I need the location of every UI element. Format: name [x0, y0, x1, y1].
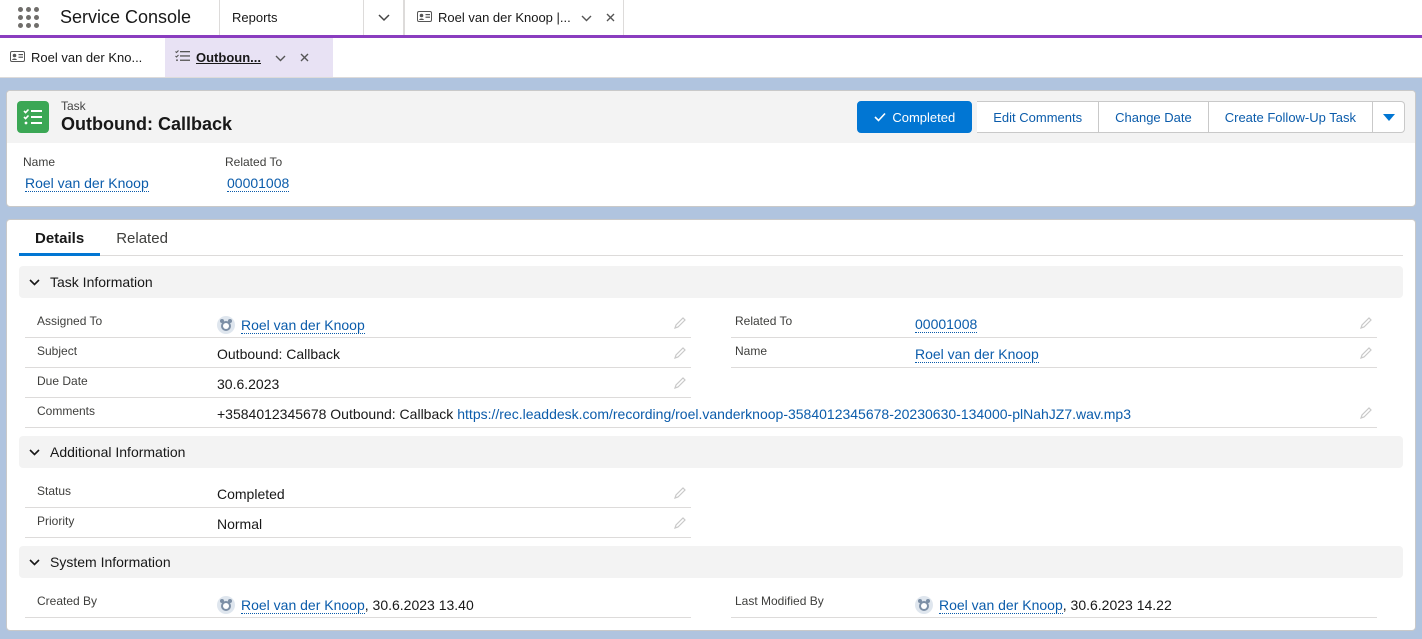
- field-label: Priority: [37, 514, 75, 528]
- chevron-down-icon: [29, 558, 40, 566]
- field-priority: Priority Normal: [25, 508, 691, 538]
- section-system-information[interactable]: System Information: [19, 546, 1403, 578]
- caret-down-icon: [1382, 113, 1395, 121]
- edit-pencil-icon[interactable]: [1359, 316, 1373, 330]
- avatar: [915, 596, 933, 614]
- close-icon[interactable]: [300, 50, 309, 65]
- app-name: Service Console: [56, 0, 220, 35]
- field-label: Comments: [37, 404, 96, 418]
- completed-button-label: Completed: [892, 109, 956, 125]
- related-to-link[interactable]: 00001008: [227, 175, 290, 192]
- task-icon: [17, 101, 49, 133]
- contact-card-icon: [417, 10, 432, 25]
- field-subject: Subject Outbound: Callback: [25, 338, 691, 368]
- task-list-icon: [175, 50, 190, 65]
- recording-link[interactable]: https://rec.leaddesk.com/recording/roel.…: [457, 406, 1131, 422]
- section-title: Additional Information: [50, 444, 186, 460]
- subtab-contact[interactable]: Roel van der Kno...: [0, 38, 165, 77]
- tab-related[interactable]: Related: [100, 226, 184, 255]
- field-created-by: Created By Roel van der Knoop, 30.6.2023…: [25, 588, 691, 618]
- contact-card-icon: [10, 50, 25, 65]
- assigned-to-link[interactable]: Roel van der Knoop: [241, 317, 365, 334]
- task-information-fields: Assigned To Roel van der Knoop Subject O…: [19, 298, 1403, 428]
- object-type-label: Task: [61, 99, 86, 113]
- subtab-bar: Roel van der Kno... Outboun...: [0, 38, 1422, 78]
- edit-pencil-icon[interactable]: [673, 486, 687, 500]
- nav-item-reports[interactable]: Reports: [220, 0, 364, 35]
- subject-value: Outbound: Callback: [217, 346, 340, 362]
- subtab-task[interactable]: Outboun...: [165, 38, 333, 77]
- field-name: Name Roel van der Knoop: [731, 338, 1377, 368]
- nav-menu-chevron-down-icon[interactable]: [364, 0, 404, 35]
- chevron-down-icon[interactable]: [581, 10, 592, 25]
- avatar: [217, 596, 235, 614]
- additional-information-fields: Status Completed Priority Normal: [19, 468, 1403, 538]
- edit-pencil-icon[interactable]: [1359, 346, 1373, 360]
- edit-pencil-icon[interactable]: [673, 346, 687, 360]
- completed-button[interactable]: Completed: [857, 101, 973, 133]
- field-status: Status Completed: [25, 478, 691, 508]
- modified-date: , 30.6.2023 14.22: [1062, 597, 1172, 613]
- chevron-down-icon: [29, 448, 40, 456]
- name-link[interactable]: Roel van der Knoop: [915, 346, 1039, 363]
- field-last-modified-by: Last Modified By Roel van der Knoop, 30.…: [731, 588, 1377, 618]
- subtab-label: Outboun...: [196, 50, 261, 65]
- more-actions-button[interactable]: [1373, 101, 1405, 133]
- edit-pencil-icon[interactable]: [1359, 406, 1373, 420]
- section-title: System Information: [50, 554, 171, 570]
- field-label: Subject: [37, 344, 78, 358]
- system-information-fields: Created By Roel van der Knoop, 30.6.2023…: [19, 578, 1403, 618]
- global-nav: Service Console Reports Roel van der Kno…: [0, 0, 1422, 38]
- check-icon: [874, 112, 886, 122]
- change-date-button[interactable]: Change Date: [1099, 101, 1209, 133]
- highlights-panel: Name Roel van der Knoop Related To 00001…: [7, 143, 1415, 192]
- chevron-down-icon: [29, 278, 40, 286]
- close-icon[interactable]: [606, 10, 615, 25]
- field-comments: Comments +3584012345678 Outbound: Callba…: [25, 398, 1377, 428]
- due-date-value: 30.6.2023: [217, 376, 280, 392]
- created-by-link[interactable]: Roel van der Knoop: [241, 597, 365, 614]
- workspace-tab-label: Roel van der Knoop |...: [438, 10, 571, 25]
- app-launcher-icon[interactable]: [0, 0, 56, 35]
- avatar: [217, 316, 235, 334]
- edit-comments-button[interactable]: Edit Comments: [977, 101, 1100, 133]
- field-label: Name: [735, 344, 768, 358]
- workspace-tab-contact[interactable]: Roel van der Knoop |...: [404, 0, 624, 38]
- highlight-label: Related To: [225, 155, 283, 169]
- record-tabs: Details Related: [19, 226, 1403, 256]
- tab-details[interactable]: Details: [19, 226, 101, 256]
- details-card: Details Related Task Information Assigne…: [6, 219, 1416, 631]
- highlight-label: Name: [23, 155, 56, 169]
- modified-by-link[interactable]: Roel van der Knoop: [939, 597, 1063, 614]
- related-to-link[interactable]: 00001008: [915, 316, 978, 333]
- edit-pencil-icon[interactable]: [673, 376, 687, 390]
- field-label: Created By: [37, 594, 98, 608]
- edit-pencil-icon[interactable]: [673, 516, 687, 530]
- section-additional-information[interactable]: Additional Information: [19, 436, 1403, 468]
- field-label: Status: [37, 484, 72, 498]
- status-value: Completed: [217, 486, 285, 502]
- create-follow-up-task-button[interactable]: Create Follow-Up Task: [1208, 101, 1373, 133]
- created-date: , 30.6.2023 13.40: [364, 597, 474, 613]
- comments-text: +3584012345678 Outbound: Callback: [217, 406, 454, 422]
- field-label: Assigned To: [37, 314, 103, 328]
- page-title: Outbound: Callback: [61, 114, 232, 134]
- field-label: Related To: [735, 314, 793, 328]
- subtab-label: Roel van der Kno...: [31, 50, 143, 65]
- field-related-to: Related To 00001008: [731, 308, 1377, 338]
- section-task-information[interactable]: Task Information: [19, 266, 1403, 298]
- record-header: Task Outbound: Callback Completed Edit C…: [6, 90, 1416, 207]
- field-label: Due Date: [37, 374, 88, 388]
- edit-pencil-icon[interactable]: [673, 316, 687, 330]
- priority-value: Normal: [217, 516, 263, 532]
- field-label: Last Modified By: [735, 594, 824, 608]
- field-assigned-to: Assigned To Roel van der Knoop: [25, 308, 691, 338]
- action-bar: Completed Edit Comments Change Date Crea…: [857, 101, 1405, 133]
- section-title: Task Information: [50, 274, 153, 290]
- name-link[interactable]: Roel van der Knoop: [25, 175, 149, 192]
- field-due-date: Due Date 30.6.2023: [25, 368, 691, 398]
- chevron-down-icon[interactable]: [275, 50, 286, 65]
